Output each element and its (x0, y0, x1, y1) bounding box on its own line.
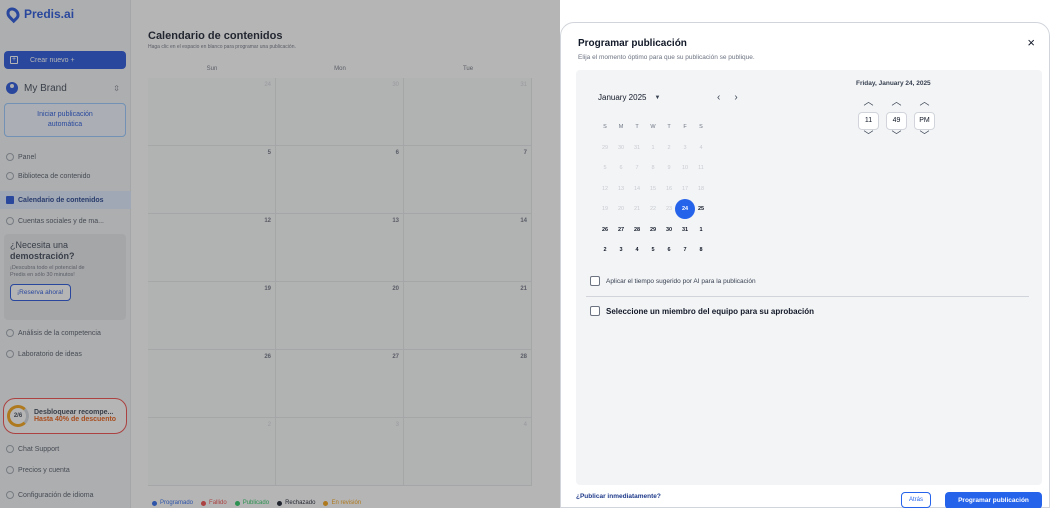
ai-time-checkbox[interactable] (590, 276, 600, 286)
date-cell: 10 (681, 165, 689, 171)
approval-checkbox[interactable] (590, 306, 600, 316)
time-picker: ︿ 11 ﹀ ︿ 49 ﹀ ︿ PM ﹀ (858, 98, 935, 144)
date-cell: 8 (651, 165, 655, 171)
date-cell: 14 (633, 185, 641, 192)
divider (586, 296, 1029, 297)
weekday-header: S (603, 124, 607, 130)
hour-field[interactable]: 11 (858, 112, 879, 130)
date-cell: 2 (667, 144, 671, 151)
month-selector[interactable]: January 2025 ▼ (598, 93, 660, 102)
back-button[interactable]: Atrás (901, 492, 931, 508)
date-cell: 11 (698, 165, 704, 171)
weekday-header: M (618, 124, 624, 130)
date-cell[interactable]: 8 (693, 240, 709, 261)
date-cell[interactable]: 2 (597, 240, 613, 261)
date-cell: 30 (617, 144, 625, 151)
date-cell: 4 (699, 144, 703, 151)
hour-up-chevron-icon[interactable]: ︿ (864, 98, 874, 110)
minute-up-chevron-icon[interactable]: ︿ (892, 98, 902, 110)
modal-backdrop[interactable] (0, 0, 560, 508)
modal-subtitle: Elija el momento óptimo para que su publ… (578, 54, 755, 61)
month-label: January 2025 (598, 93, 647, 102)
period-down-chevron-icon[interactable]: ﹀ (920, 132, 930, 144)
date-cell: 31 (633, 144, 641, 151)
date-cell[interactable]: 30 (661, 220, 677, 241)
date-cell: 19 (601, 206, 609, 212)
weekday-header: S (699, 124, 703, 130)
date-cell: 7 (635, 165, 639, 171)
date-cell: 18 (697, 185, 705, 192)
date-cell: 9 (667, 165, 671, 171)
date-cell-selected[interactable]: 24 (675, 199, 695, 220)
calendar-grid: S M T W T F S 29 30 31 1 2 3 4 5 6 7 8 9… (597, 117, 709, 261)
date-cell: 29 (601, 144, 609, 151)
caret-down-icon: ▼ (654, 94, 661, 101)
approval-checkbox-row[interactable]: Seleccione un miembro del equipo para su… (590, 306, 814, 316)
ai-time-checkbox-row[interactable]: Aplicar el tiempo sugerido por AI para l… (590, 276, 756, 286)
date-cell: 22 (649, 206, 657, 212)
close-icon[interactable]: × (1027, 35, 1035, 50)
schedule-post-button[interactable]: Programar publicación (945, 492, 1042, 508)
next-month-icon[interactable]: › (734, 92, 737, 103)
date-cell[interactable]: 4 (629, 240, 645, 261)
date-cell[interactable]: 1 (693, 220, 709, 241)
date-cell: 13 (617, 185, 625, 192)
date-picker: January 2025 ▼ ‹ › S M T W T F S 29 30 3… (587, 79, 767, 265)
modal-title: Programar publicación (578, 38, 687, 49)
date-cell[interactable]: 6 (661, 240, 677, 261)
weekday-header: W (650, 124, 656, 130)
date-cell: 6 (619, 165, 623, 171)
date-cell[interactable]: 31 (677, 220, 693, 241)
date-cell: 17 (681, 185, 689, 192)
weekday-header: T (667, 124, 671, 130)
date-cell[interactable]: 7 (677, 240, 693, 261)
date-cell: 3 (683, 144, 687, 151)
date-cell[interactable]: 25 (693, 199, 709, 220)
date-cell: 1 (651, 144, 655, 151)
date-cell[interactable]: 27 (613, 220, 629, 241)
selected-day-number: 24 (681, 206, 689, 212)
date-cell[interactable]: 28 (629, 220, 645, 241)
date-cell: 5 (603, 165, 607, 171)
date-cell: 15 (649, 185, 657, 192)
date-cell[interactable]: 3 (613, 240, 629, 261)
schedule-panel: January 2025 ▼ ‹ › S M T W T F S 29 30 3… (576, 70, 1042, 485)
ai-time-checkbox-label: Aplicar el tiempo sugerido por AI para l… (606, 277, 756, 285)
date-cell[interactable]: 29 (645, 220, 661, 241)
minute-field[interactable]: 49 (886, 112, 907, 130)
prev-month-icon[interactable]: ‹ (717, 92, 720, 103)
period-field[interactable]: PM (914, 112, 935, 130)
minute-down-chevron-icon[interactable]: ﹀ (892, 132, 902, 144)
selected-date-label: Friday, January 24, 2025 (856, 80, 931, 87)
date-cell: 12 (601, 185, 609, 192)
period-up-chevron-icon[interactable]: ︿ (920, 98, 930, 110)
schedule-post-modal: Programar publicación Elija el momento ó… (560, 22, 1050, 508)
date-cell[interactable]: 5 (645, 240, 661, 261)
publish-now-link[interactable]: ¿Publicar inmediatamente? (576, 493, 661, 500)
date-cell: 21 (633, 206, 641, 212)
date-cell: 20 (617, 206, 625, 212)
weekday-header: T (635, 124, 639, 130)
hour-down-chevron-icon[interactable]: ﹀ (864, 132, 874, 144)
approval-checkbox-label: Seleccione un miembro del equipo para su… (606, 306, 815, 316)
date-cell: 16 (665, 185, 673, 192)
weekday-header: F (683, 124, 687, 130)
date-cell[interactable]: 26 (597, 220, 613, 241)
